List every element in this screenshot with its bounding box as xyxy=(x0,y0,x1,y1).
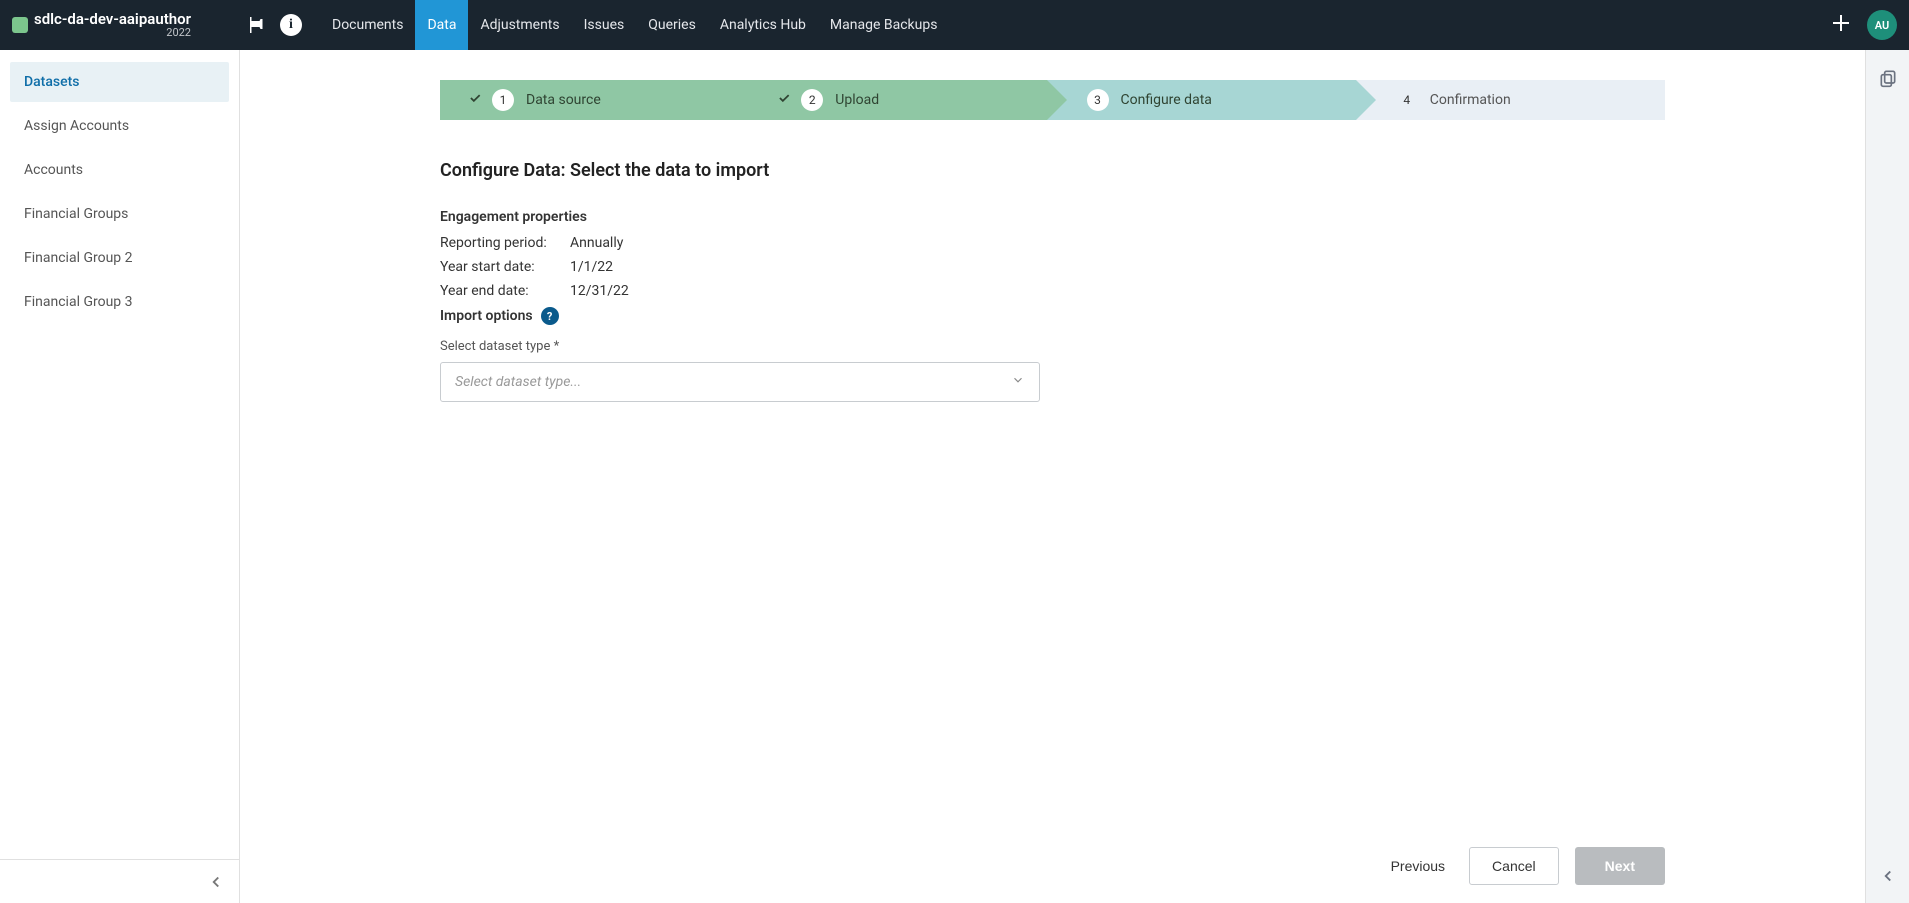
nav-label: Adjustments xyxy=(480,17,559,33)
cancel-button[interactable]: Cancel xyxy=(1469,847,1559,885)
prop-value: 12/31/22 xyxy=(570,283,629,299)
app-year: 2022 xyxy=(34,27,191,39)
nav-analytics-hub[interactable]: Analytics Hub xyxy=(708,0,818,50)
step-label: Data source xyxy=(526,92,601,108)
step-number: 4 xyxy=(1396,89,1418,111)
topbar: sdlc-da-dev-aaipauthor 2022 i Documents … xyxy=(0,0,1909,50)
step-label: Confirmation xyxy=(1430,92,1511,108)
app-title: sdlc-da-dev-aaipauthor xyxy=(34,11,191,28)
sidebar-items: Datasets Assign Accounts Accounts Financ… xyxy=(0,50,239,334)
check-icon xyxy=(777,91,791,109)
sidebar-item-label: Financial Group 3 xyxy=(24,294,133,310)
sidebar-item-accounts[interactable]: Accounts xyxy=(10,150,229,190)
footer-buttons: Previous Cancel Next xyxy=(1383,847,1665,885)
prop-value: Annually xyxy=(570,235,623,251)
button-label: Next xyxy=(1605,858,1635,874)
sidebar-item-label: Assign Accounts xyxy=(24,118,129,134)
main: 1 Data source 2 Upload 3 Configure data … xyxy=(240,50,1865,903)
sidebar-item-label: Accounts xyxy=(24,162,83,178)
sidebar-item-datasets[interactable]: Datasets xyxy=(10,62,229,102)
sidebar: Datasets Assign Accounts Accounts Financ… xyxy=(0,50,240,903)
nav-manage-backups[interactable]: Manage Backups xyxy=(818,0,950,50)
step-label: Upload xyxy=(835,92,879,108)
sidebar-item-financial-groups[interactable]: Financial Groups xyxy=(10,194,229,234)
nav-label: Issues xyxy=(584,17,625,33)
sidebar-item-financial-group-3[interactable]: Financial Group 3 xyxy=(10,282,229,322)
prop-reporting-period: Reporting period: Annually xyxy=(440,235,1665,251)
prop-year-start: Year start date: 1/1/22 xyxy=(440,259,1665,275)
dataset-type-select[interactable]: Select dataset type... xyxy=(440,362,1040,402)
import-options-label: Import options xyxy=(440,308,533,324)
app-text: sdlc-da-dev-aaipauthor 2022 xyxy=(34,11,191,40)
previous-button[interactable]: Previous xyxy=(1383,848,1453,884)
nav-label: Data xyxy=(427,17,456,33)
step-data-source[interactable]: 1 Data source xyxy=(440,80,737,120)
top-icons: i xyxy=(246,14,302,36)
app-icon xyxy=(12,17,28,33)
step-label: Configure data xyxy=(1121,92,1212,108)
nav-issues[interactable]: Issues xyxy=(572,0,637,50)
app-block: sdlc-da-dev-aaipauthor 2022 xyxy=(12,11,232,40)
sidebar-item-financial-group-2[interactable]: Financial Group 2 xyxy=(10,238,229,278)
prop-year-end: Year end date: 12/31/22 xyxy=(440,283,1665,299)
check-icon xyxy=(468,91,482,109)
button-label: Previous xyxy=(1391,858,1445,874)
sidebar-item-label: Datasets xyxy=(24,74,79,90)
prop-label: Year end date: xyxy=(440,283,570,299)
chevron-down-icon xyxy=(1011,373,1025,391)
stepper: 1 Data source 2 Upload 3 Configure data … xyxy=(440,80,1665,120)
nav-documents[interactable]: Documents xyxy=(320,0,415,50)
right-rail xyxy=(1865,50,1909,903)
select-placeholder: Select dataset type... xyxy=(455,374,581,390)
avatar-initials: AU xyxy=(1875,19,1889,32)
step-number: 3 xyxy=(1087,89,1109,111)
sidebar-item-label: Financial Groups xyxy=(24,206,128,222)
prop-label: Reporting period: xyxy=(440,235,570,251)
import-options-row: Import options ? xyxy=(440,307,1665,325)
nav-label: Analytics Hub xyxy=(720,17,806,33)
nav-queries[interactable]: Queries xyxy=(636,0,708,50)
nav-label: Manage Backups xyxy=(830,17,938,33)
step-configure-data[interactable]: 3 Configure data xyxy=(1047,80,1356,120)
button-label: Cancel xyxy=(1492,858,1536,874)
right-rail-collapse-toggle[interactable] xyxy=(1879,867,1897,889)
prop-label: Year start date: xyxy=(440,259,570,275)
info-icon[interactable]: i xyxy=(280,14,302,36)
page-title: Configure Data: Select the data to impor… xyxy=(440,160,1665,181)
copy-icon[interactable] xyxy=(1878,68,1898,92)
nav-data[interactable]: Data xyxy=(415,0,468,50)
body: Datasets Assign Accounts Accounts Financ… xyxy=(0,50,1909,903)
sidebar-collapse-toggle[interactable] xyxy=(0,859,239,903)
avatar[interactable]: AU xyxy=(1867,10,1897,40)
dataset-type-label: Select dataset type * xyxy=(440,339,1665,354)
content-wrap: 1 Data source 2 Upload 3 Configure data … xyxy=(240,50,1865,903)
add-icon[interactable] xyxy=(1829,11,1853,39)
nav-label: Queries xyxy=(648,17,696,33)
sidebar-item-assign-accounts[interactable]: Assign Accounts xyxy=(10,106,229,146)
step-number: 1 xyxy=(492,89,514,111)
step-confirmation: 4 Confirmation xyxy=(1356,80,1665,120)
nav-adjustments[interactable]: Adjustments xyxy=(468,0,571,50)
flag-icon[interactable] xyxy=(246,15,266,35)
next-button[interactable]: Next xyxy=(1575,847,1665,885)
step-number: 2 xyxy=(801,89,823,111)
top-right: AU xyxy=(1829,10,1897,40)
nav-label: Documents xyxy=(332,17,403,33)
sidebar-item-label: Financial Group 2 xyxy=(24,250,133,266)
help-symbol: ? xyxy=(547,310,552,323)
engagement-section-label: Engagement properties xyxy=(440,209,1665,225)
nav: Documents Data Adjustments Issues Querie… xyxy=(320,0,949,50)
step-upload[interactable]: 2 Upload xyxy=(737,80,1046,120)
prop-value: 1/1/22 xyxy=(570,259,613,275)
help-icon[interactable]: ? xyxy=(541,307,559,325)
